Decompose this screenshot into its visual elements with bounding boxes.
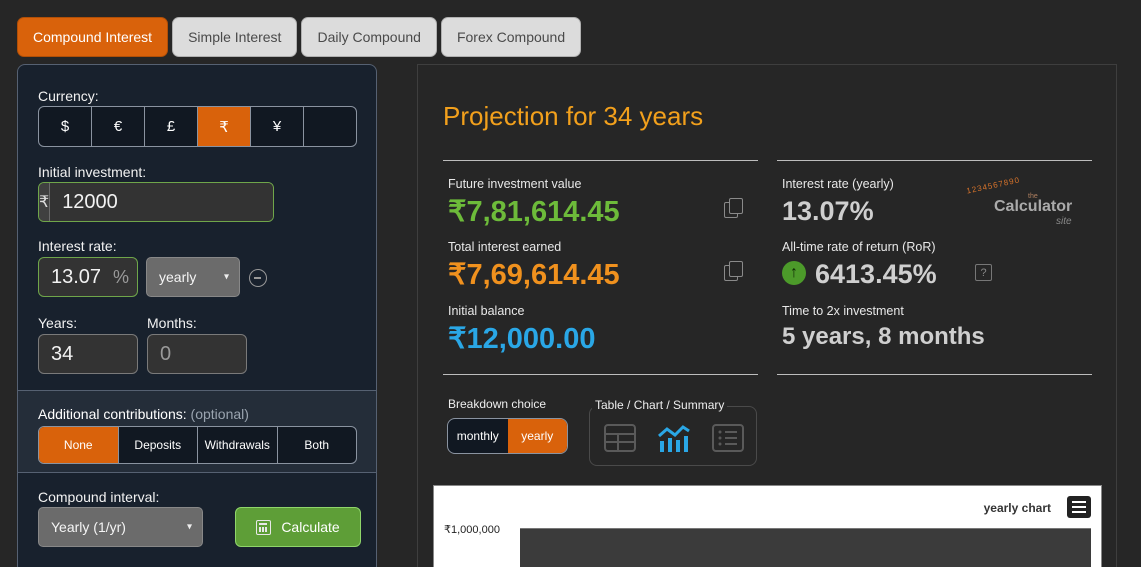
projection-title: Projection for 34 years xyxy=(443,101,704,131)
rate-period-value: yearly xyxy=(159,269,197,285)
currency-selector: $ € £ ₹ ¥ xyxy=(38,106,357,147)
arrow-up-icon: ↑ xyxy=(782,261,806,285)
divider xyxy=(443,160,758,161)
view-selector-label: Table / Chart / Summary xyxy=(592,398,728,412)
logo-main: Calculator xyxy=(994,198,1073,215)
table-view-icon[interactable] xyxy=(604,424,636,452)
initial-balance-value: ₹12,000.00 xyxy=(448,323,596,355)
future-value-label: Future investment value xyxy=(448,177,582,191)
breakdown-label: Breakdown choice xyxy=(448,397,547,411)
chevron-down-icon: ▾ xyxy=(223,271,229,283)
currency-gbp-button[interactable]: £ xyxy=(145,107,198,146)
years-input[interactable] xyxy=(38,334,138,374)
calculate-button[interactable]: Calculate xyxy=(235,507,361,547)
currency-prefix: ₹ xyxy=(39,183,51,221)
help-icon[interactable]: ? xyxy=(975,264,992,281)
compound-interval-value: Yearly (1/yr) xyxy=(51,519,126,535)
contribution-type-selector: None Deposits Withdrawals Both xyxy=(38,426,357,464)
months-input[interactable] xyxy=(147,334,247,374)
contrib-none-button[interactable]: None xyxy=(39,427,119,463)
breakdown-yearly-button[interactable]: yearly xyxy=(507,419,567,453)
initial-investment-label: Initial investment: xyxy=(38,164,147,180)
tab-forex-compound[interactable]: Forex Compound xyxy=(440,17,582,57)
calculate-label: Calculate xyxy=(281,519,340,535)
ror-value: 6413.45% xyxy=(815,259,937,289)
divider xyxy=(777,374,1092,375)
interest-rate-input[interactable] xyxy=(39,265,109,289)
results-panel: Projection for 34 years Future investmen… xyxy=(417,64,1117,567)
double-time-value: 5 years, 8 months xyxy=(782,323,985,350)
calculator-tabs: Compound Interest Simple Interest Daily … xyxy=(17,17,582,57)
chart-view-icon[interactable] xyxy=(658,424,690,452)
rate-period-select[interactable]: yearly ▾ xyxy=(146,257,240,297)
chart-plot-area xyxy=(520,528,1091,567)
tab-daily-compound[interactable]: Daily Compound xyxy=(301,17,437,57)
years-label: Years: xyxy=(38,315,78,331)
contrib-withdrawals-button[interactable]: Withdrawals xyxy=(198,427,278,463)
currency-jpy-button[interactable]: ¥ xyxy=(251,107,304,146)
double-time-label: Time to 2x investment xyxy=(782,304,904,318)
divider xyxy=(777,160,1092,161)
copy-icon[interactable] xyxy=(724,261,743,281)
chart-title: yearly chart xyxy=(983,501,1051,515)
contrib-deposits-button[interactable]: Deposits xyxy=(119,427,198,463)
copy-icon[interactable] xyxy=(724,198,743,218)
rate-yearly-value: 13.07% xyxy=(782,196,874,226)
compound-interval-select[interactable]: Yearly (1/yr) ▾ xyxy=(38,507,203,547)
interest-rate-field: % xyxy=(38,257,138,297)
currency-usd-button[interactable]: $ xyxy=(39,107,92,146)
percent-suffix: % xyxy=(113,266,130,287)
currency-eur-button[interactable]: € xyxy=(92,107,145,146)
breakdown-toggle: monthly yearly xyxy=(447,418,568,454)
future-value: ₹7,81,614.45 xyxy=(448,196,620,228)
optional-note: (optional) xyxy=(190,406,249,422)
additional-contributions-section: Additional contributions: (optional) Non… xyxy=(18,390,376,473)
tab-compound-interest[interactable]: Compound Interest xyxy=(17,17,169,57)
initial-investment-field: ₹ xyxy=(38,182,274,222)
tab-simple-interest[interactable]: Simple Interest xyxy=(172,17,298,57)
contrib-both-button[interactable]: Both xyxy=(278,427,357,463)
logo-site: site xyxy=(1056,216,1072,227)
yearly-chart: yearly chart ₹1,000,000 xyxy=(433,485,1102,567)
compound-interval-label: Compound interval: xyxy=(38,489,160,505)
chevron-down-icon: ▾ xyxy=(186,521,192,533)
total-interest-value: ₹7,69,614.45 xyxy=(448,259,620,291)
currency-inr-button[interactable]: ₹ xyxy=(198,107,251,146)
initial-investment-input[interactable] xyxy=(50,183,273,221)
remove-circle-icon[interactable] xyxy=(249,269,267,287)
months-label: Months: xyxy=(147,315,197,331)
initial-balance-label: Initial balance xyxy=(448,304,525,318)
breakdown-monthly-button[interactable]: monthly xyxy=(448,419,508,453)
summary-view-icon[interactable] xyxy=(712,424,744,452)
chart-y-tick: ₹1,000,000 xyxy=(444,524,500,536)
divider xyxy=(443,374,758,375)
currency-label: Currency: xyxy=(38,88,99,104)
contributions-title-text: Additional contributions: xyxy=(38,406,187,422)
rate-yearly-label: Interest rate (yearly) xyxy=(782,177,894,191)
input-panel: Currency: $ € £ ₹ ¥ Initial investment: … xyxy=(17,64,377,567)
interest-rate-label: Interest rate: xyxy=(38,238,117,254)
calculator-site-logo: 1234567890 the Calculator site xyxy=(958,175,1082,229)
contributions-title: Additional contributions: (optional) xyxy=(38,406,249,422)
calculator-icon xyxy=(256,519,272,535)
logo-digits: 1234567890 xyxy=(965,175,1021,196)
currency-other-button[interactable] xyxy=(304,107,356,146)
total-interest-label: Total interest earned xyxy=(448,240,562,254)
hamburger-menu-icon[interactable] xyxy=(1067,496,1091,518)
ror-label: All-time rate of return (RoR) xyxy=(782,240,936,254)
